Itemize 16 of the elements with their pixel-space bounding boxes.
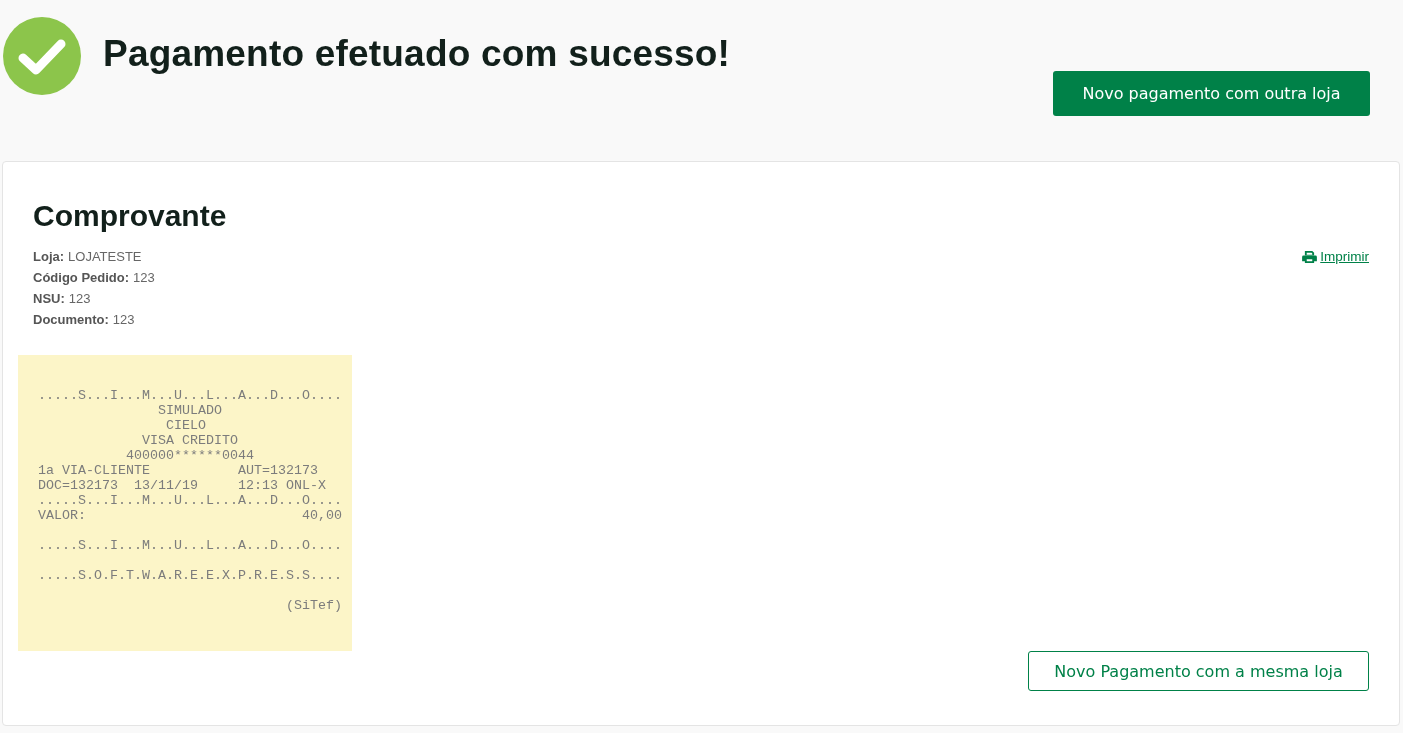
field-label: Documento: bbox=[33, 312, 109, 327]
field-value: 123 bbox=[68, 291, 91, 306]
card-title: Comprovante bbox=[33, 198, 228, 234]
field-label: Código Pedido: bbox=[33, 270, 130, 285]
field-value: LOJATESTE bbox=[68, 249, 142, 264]
page-title: Pagamento efetuado com sucesso! bbox=[103, 32, 731, 76]
print-link[interactable]: Imprimir bbox=[1302, 246, 1369, 267]
success-check-icon bbox=[3, 17, 81, 95]
field-label: Loja: bbox=[33, 249, 65, 264]
new-payment-same-store-button[interactable]: Novo Pagamento com a mesma loja bbox=[1028, 651, 1369, 691]
field-label: NSU: bbox=[33, 291, 65, 306]
new-payment-other-store-button[interactable]: Novo pagamento com outra loja bbox=[1053, 71, 1370, 116]
receipt-text: .....S...I...M...U...L...A...D...O.... SIMULADO CIELO VISA CREDITO 400000******0044 1a VIA-CLIENTE AUT=132173 DOC=132173 13/11/19 12:13 ONL-X .....S...I...M...U...L...A...D...O.... VALOR: 40,00 .....S...I...M...U...L...A...D...O.... .....S.O.F.T.W.A.R.E.E.X.P.R.E.S.S.... (SiTef) bbox=[38, 388, 342, 613]
printer-icon bbox=[1302, 250, 1318, 263]
field-value: 123 bbox=[112, 312, 135, 327]
field-value: 123 bbox=[133, 270, 155, 285]
